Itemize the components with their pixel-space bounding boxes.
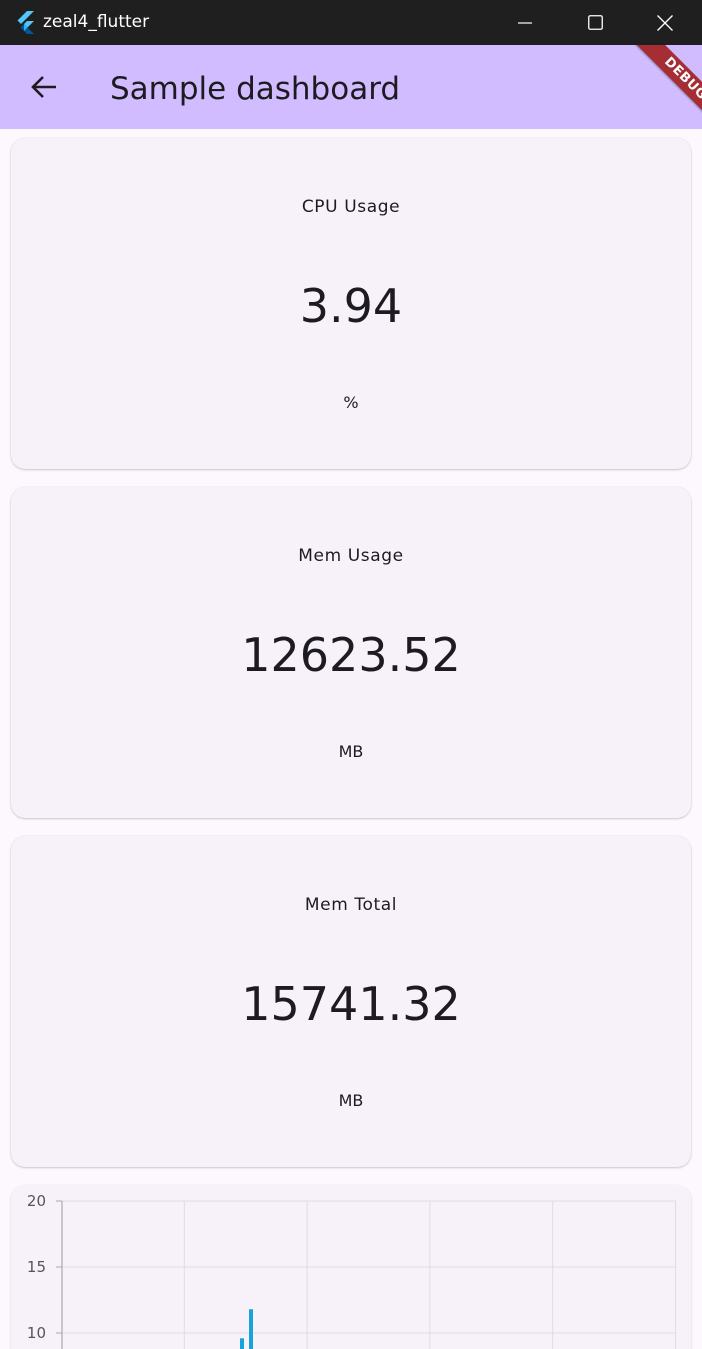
metric-card-mem-usage: Mem Usage 12623.52 MB	[11, 487, 691, 818]
close-icon	[657, 14, 673, 31]
back-button[interactable]	[20, 65, 68, 109]
maximize-button[interactable]	[560, 0, 630, 45]
chart-card: 20 15 10	[11, 1185, 691, 1349]
page-title: Sample dashboard	[110, 71, 401, 107]
metric-card-mem-total: Mem Total 15741.32 MB	[11, 836, 691, 1167]
minimize-icon	[518, 21, 532, 24]
arrow-left-icon	[31, 76, 56, 98]
window-title: zeal4_flutter	[43, 12, 150, 32]
flutter-logo-icon	[17, 11, 34, 34]
bar	[240, 1338, 244, 1349]
bar	[249, 1309, 253, 1349]
maximize-icon	[587, 15, 603, 30]
y-tick-label: 20	[27, 1192, 46, 1210]
metric-unit: MB	[338, 742, 364, 761]
window-titlebar[interactable]: zeal4_flutter	[0, 0, 702, 45]
metric-unit: MB	[338, 1091, 364, 1110]
minimize-button[interactable]	[490, 0, 560, 45]
metric-unit: %	[343, 393, 359, 412]
metric-label: CPU Usage	[301, 197, 401, 217]
metric-label: Mem Usage	[298, 546, 404, 566]
bar-chart: 20 15 10	[27, 1192, 676, 1349]
app-window: zeal4_flutter Sample dashboard DEBUG CPU…	[0, 0, 702, 1349]
metric-value: 3.94	[299, 279, 403, 333]
y-tick-label: 10	[27, 1324, 46, 1342]
metric-label: Mem Total	[304, 895, 398, 915]
close-button[interactable]	[630, 0, 700, 45]
metric-value: 15741.32	[241, 977, 461, 1031]
metric-value: 12623.52	[241, 628, 461, 682]
dashboard-content[interactable]: CPU Usage 3.94 % Mem Usage 12623.52 MB M…	[0, 129, 702, 1349]
y-tick-label: 15	[27, 1258, 46, 1276]
app-bar: Sample dashboard	[0, 45, 702, 129]
metric-card-cpu-usage: CPU Usage 3.94 %	[11, 138, 691, 469]
